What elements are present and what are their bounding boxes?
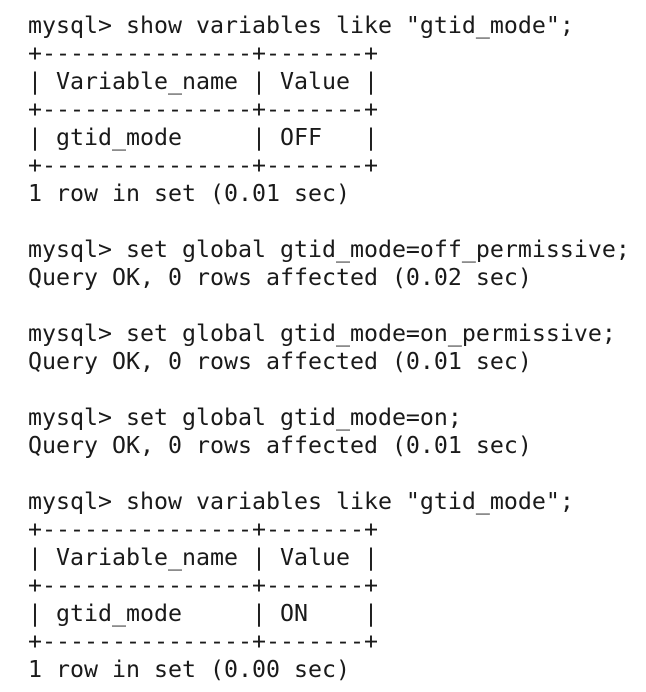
table-border: +---------------+-------+	[28, 572, 378, 599]
result-status: Query OK, 0 rows affected (0.01 sec)	[28, 432, 532, 459]
command-line: mysql> show variables like "gtid_mode";	[28, 488, 574, 515]
result-status: Query OK, 0 rows affected (0.02 sec)	[28, 264, 532, 291]
command-line: mysql> set global gtid_mode=on_permissiv…	[28, 320, 616, 347]
table-row: | gtid_mode | OFF |	[28, 124, 378, 151]
table-border: +---------------+-------+	[28, 40, 378, 67]
table-border: +---------------+-------+	[28, 96, 378, 123]
table-border: +---------------+-------+	[28, 152, 378, 179]
result-status: 1 row in set (0.01 sec)	[28, 180, 350, 207]
table-border: +---------------+-------+	[28, 628, 378, 655]
table-border: +---------------+-------+	[28, 516, 378, 543]
table-header: | Variable_name | Value |	[28, 68, 378, 95]
table-row: | gtid_mode | ON |	[28, 600, 378, 627]
command-line: mysql> show variables like "gtid_mode";	[28, 12, 574, 39]
command-line: mysql> set global gtid_mode=on;	[28, 404, 462, 431]
terminal-output: mysql> show variables like "gtid_mode"; +…	[28, 12, 630, 684]
table-header: | Variable_name | Value |	[28, 544, 378, 571]
result-status: 1 row in set (0.00 sec)	[28, 656, 350, 683]
result-status: Query OK, 0 rows affected (0.01 sec)	[28, 348, 532, 375]
command-line: mysql> set global gtid_mode=off_permissi…	[28, 236, 630, 263]
